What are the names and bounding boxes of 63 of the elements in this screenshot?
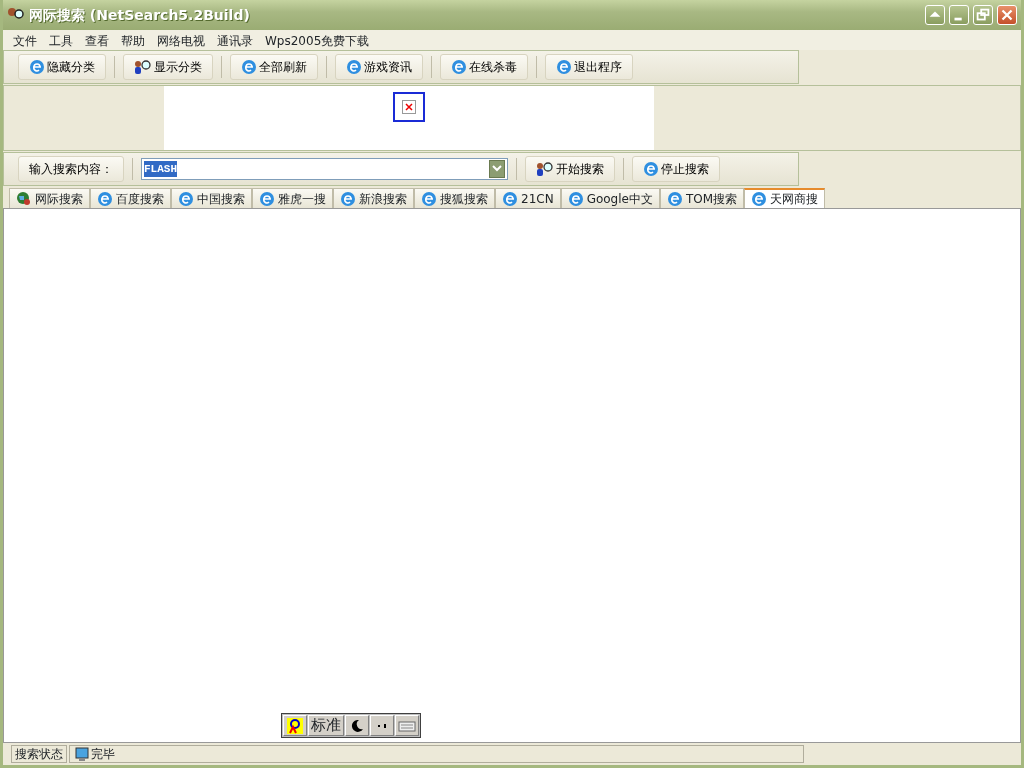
search-button[interactable]: 停止搜索 (632, 156, 720, 182)
minimize-icon (954, 17, 962, 21)
tab[interactable]: 新浪搜索 (333, 188, 414, 208)
ie-icon (241, 59, 257, 75)
menu-item[interactable]: Wps2005免费下载 (259, 30, 376, 50)
tab[interactable]: 搜狐搜索 (414, 188, 495, 208)
toolbar-button[interactable]: 显示分类 (123, 54, 213, 80)
ie-icon (340, 190, 356, 207)
toolbar-button[interactable]: 游戏资讯 (335, 54, 423, 80)
roll-up-icon (929, 11, 941, 17)
toolbar-button[interactable]: 在线杀毒 (440, 54, 528, 80)
menu-item[interactable]: 通讯录 (211, 30, 259, 50)
ie-icon (178, 190, 194, 207)
menu-item[interactable]: 帮助 (115, 30, 151, 50)
ie-icon (666, 190, 683, 207)
tab[interactable]: Google中文 (560, 188, 660, 208)
globe-person-icon (16, 190, 32, 207)
toolbar-button[interactable]: 全部刷新 (230, 54, 318, 80)
minimize-button[interactable] (949, 5, 969, 25)
tab[interactable]: 网际搜索 (9, 188, 90, 208)
tab[interactable]: TOM搜索 (659, 188, 745, 208)
ie-icon (259, 190, 275, 207)
ie-icon (502, 190, 518, 207)
ie-icon (567, 190, 584, 207)
ie-icon (29, 59, 45, 75)
toolbar-button[interactable]: 退出程序 (545, 54, 633, 80)
computer-icon (73, 746, 89, 762)
tab[interactable]: 中国搜索 (171, 188, 252, 208)
broken-image-icon (393, 92, 425, 122)
magnifier-person-icon (134, 59, 152, 75)
roll-up-button[interactable] (925, 5, 945, 25)
ie-icon (346, 59, 362, 75)
ie-icon (751, 191, 768, 207)
menu-item[interactable]: 查看 (79, 30, 115, 50)
tab[interactable]: 百度搜索 (90, 188, 171, 208)
ie-icon (421, 190, 437, 207)
ime-logo-icon[interactable] (283, 715, 307, 736)
ie-icon (451, 59, 467, 75)
menu-item[interactable]: 工具 (43, 30, 79, 50)
restore-icon (976, 8, 990, 21)
status-label: 搜索状态 (11, 745, 67, 763)
status-message: 完毕 (69, 745, 804, 763)
ime-mode-button[interactable]: 标准 (308, 715, 344, 736)
tab[interactable]: 天网商搜 (744, 188, 826, 208)
close-button[interactable] (997, 5, 1017, 25)
tab[interactable]: 雅虎一搜 (252, 188, 333, 208)
window-title: 网际搜索 (NetSearch5.2Build) (29, 5, 250, 25)
tab[interactable]: 21CN (495, 188, 561, 208)
magnifier-person-icon (536, 161, 554, 177)
moon-icon[interactable] (345, 715, 369, 736)
menu-item[interactable]: 网络电视 (151, 30, 211, 50)
punctuation-icon[interactable] (370, 715, 394, 736)
search-field[interactable]: FLASH (141, 158, 508, 180)
ie-icon (97, 190, 113, 207)
menu-item[interactable]: 文件 (7, 30, 43, 50)
restore-button[interactable] (973, 5, 993, 25)
close-icon (1001, 9, 1013, 21)
ie-icon (643, 161, 659, 177)
search-button[interactable]: 开始搜索 (525, 156, 615, 182)
search-label-button[interactable]: 输入搜索内容： (18, 156, 124, 182)
toolbar-button[interactable]: 隐藏分类 (18, 54, 106, 80)
keyboard-icon[interactable] (395, 715, 419, 736)
ie-icon (556, 59, 572, 75)
